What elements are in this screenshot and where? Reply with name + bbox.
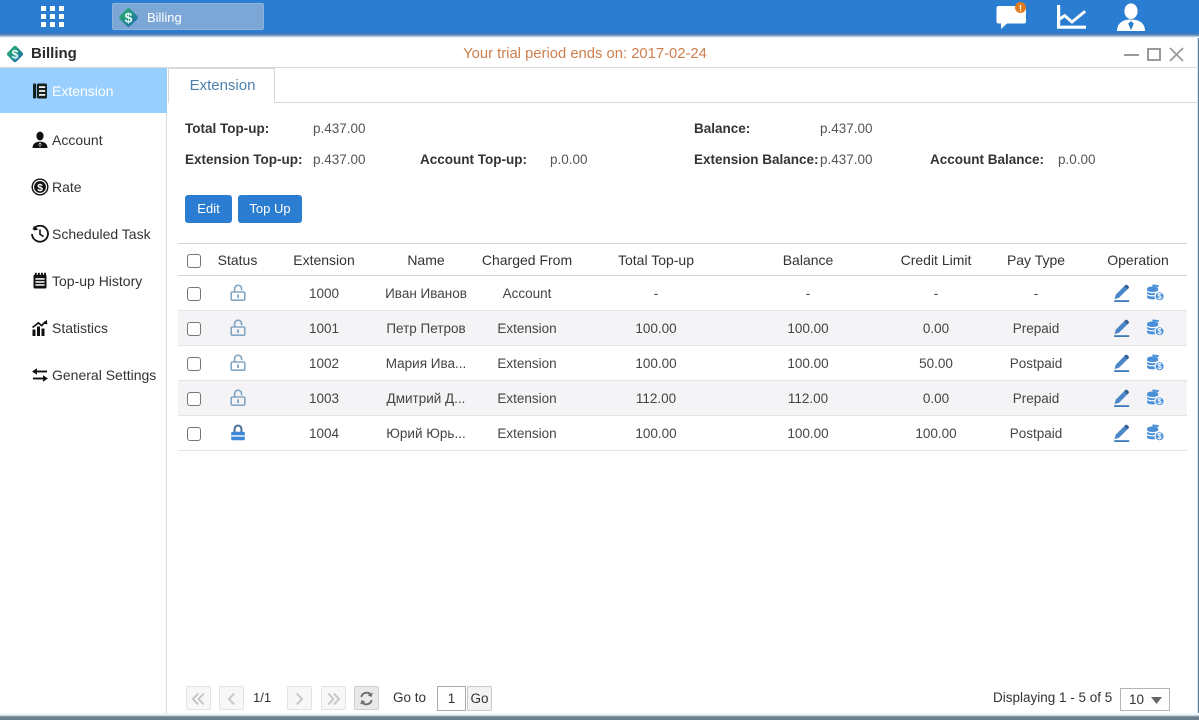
svg-text:$: $: [1157, 397, 1162, 406]
svg-text:$: $: [1157, 362, 1162, 371]
svg-text:$: $: [1157, 432, 1162, 441]
svg-text:$: $: [12, 47, 19, 61]
svg-text:!: !: [1019, 3, 1022, 13]
svg-text:$: $: [37, 181, 43, 193]
svg-text:$: $: [125, 9, 133, 25]
svg-text:$: $: [1157, 327, 1162, 336]
svg-text:$: $: [1157, 292, 1162, 301]
